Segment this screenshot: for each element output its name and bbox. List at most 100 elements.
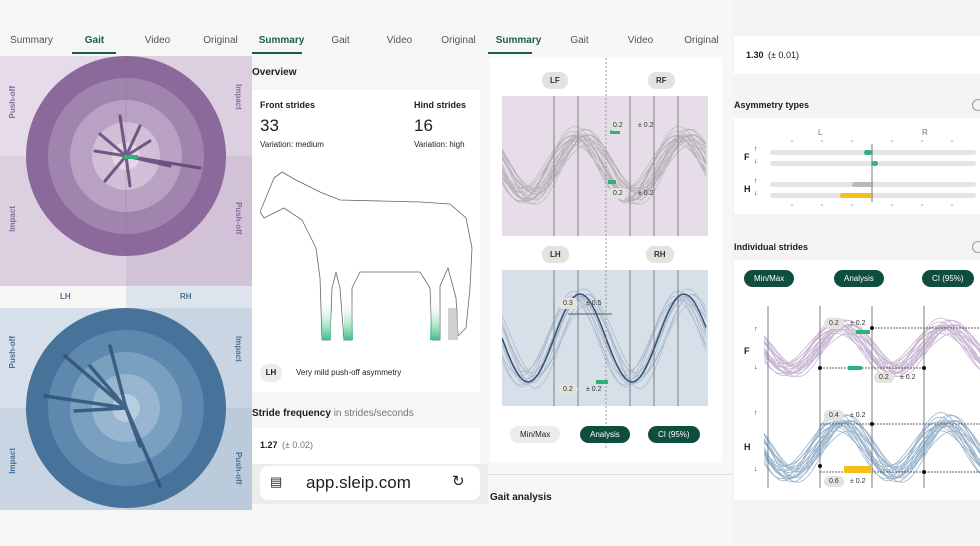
- asymmetry-types-title: Asymmetry types: [734, 100, 810, 110]
- front-variation: Variation: medium: [260, 140, 324, 149]
- individual-strides-title: Individual strides: [734, 242, 809, 252]
- stride-ci: (± 0.02): [282, 440, 313, 450]
- label-rf: RF: [648, 72, 675, 89]
- asymmetry-card: L R F H ↑ ↓ ↑ ↓: [734, 118, 980, 214]
- page-icon: ▤: [270, 474, 283, 489]
- arrow-up-icon: ↑: [754, 146, 758, 153]
- f-value-2: 0.2: [874, 372, 894, 383]
- individual-strides-card: Min/Max Analysis CI (95%) ↑ F ↓ ↑ H ↓ 0.…: [734, 260, 980, 500]
- analysis-button[interactable]: Analysis: [834, 270, 884, 287]
- ci-button[interactable]: CI (95%): [648, 426, 700, 443]
- ci-button[interactable]: CI (95%): [922, 270, 974, 287]
- label-rh: RH: [180, 292, 192, 301]
- asymmetry-bars: [770, 140, 976, 206]
- label-impact: Impact: [8, 448, 17, 474]
- hind-strides-label: Hind strides: [414, 100, 467, 110]
- hind-lower-value: 0.2: [558, 384, 578, 395]
- radar-graphic: [0, 56, 252, 510]
- top-ci: (± 0.01): [768, 50, 799, 60]
- gait-chart-card: LF RF 0.2 ± 0.2 0.2 ± 0.2 LH RH 0.3 ± 0.…: [490, 58, 722, 462]
- label-push-off: Push-off: [8, 336, 17, 369]
- stride-frequency-card: 1.27 (± 0.02): [252, 428, 480, 464]
- h-ci: ± 0.2: [850, 412, 866, 419]
- minmax-button[interactable]: Min/Max: [510, 426, 561, 443]
- tab-gait[interactable]: Gait: [311, 28, 370, 54]
- front-lower-ci: ± 0.2: [638, 190, 654, 197]
- tab-bar: Summary Gait Video Original: [0, 28, 252, 54]
- label-f: F: [744, 346, 750, 356]
- lh-asymmetry-text: Very mild push-off asymmetry: [296, 368, 402, 377]
- reload-icon[interactable]: ↻: [452, 472, 465, 490]
- tab-summary[interactable]: Summary: [488, 28, 549, 54]
- f-ci-2: ± 0.2: [900, 374, 916, 381]
- arrow-up-icon: ↑: [754, 178, 758, 185]
- analysis-button[interactable]: Analysis: [580, 426, 630, 443]
- lh-badge: LH: [260, 364, 282, 382]
- arrow-down-icon: ↓: [754, 466, 758, 473]
- hind-upper-value: 0.3: [558, 298, 578, 309]
- tab-original[interactable]: Original: [671, 28, 732, 54]
- label-h: H: [744, 442, 751, 452]
- hind-variation: Variation: high: [414, 140, 465, 149]
- overview-title: Overview: [252, 67, 297, 78]
- individual-strides-waveform: [764, 306, 980, 488]
- tab-summary[interactable]: Summary: [0, 28, 63, 54]
- address-bar[interactable]: ▤ app.sleip.com ↻: [260, 466, 480, 500]
- label-l: L: [818, 128, 823, 137]
- active-tab-indicator: [488, 52, 532, 54]
- arrow-down-icon: ↓: [754, 364, 758, 371]
- tab-bar: Summary Gait Video Original: [488, 28, 732, 54]
- arrow-up-icon: ↑: [754, 410, 758, 417]
- hind-lower-ci: ± 0.2: [586, 386, 602, 393]
- label-push-off: Push-off: [234, 452, 243, 485]
- stride-frequency-heading: Stride frequency in strides/seconds: [252, 408, 414, 419]
- front-strides-value: 33: [260, 116, 279, 135]
- active-tab-indicator: [252, 52, 302, 54]
- tab-bar: Summary Gait Video Original: [252, 28, 488, 54]
- divider: [488, 474, 732, 475]
- overview-card: Front strides 33 Variation: medium Hind …: [252, 90, 480, 392]
- hind-upper-ci: ± 0.5: [586, 300, 602, 307]
- tab-video[interactable]: Video: [370, 28, 429, 54]
- value-card: 1.30 (± 0.01): [734, 36, 980, 74]
- stride-value: 1.27: [260, 440, 278, 450]
- tab-video[interactable]: Video: [126, 28, 189, 54]
- tab-gait[interactable]: Gait: [549, 28, 610, 54]
- minmax-button[interactable]: Min/Max: [744, 270, 795, 287]
- tab-gait[interactable]: Gait: [63, 28, 126, 54]
- asymmetry-panel: 1.30 (± 0.01) Asymmetry types L R F H ↑ …: [732, 0, 980, 546]
- info-icon[interactable]: [972, 241, 980, 253]
- label-lf: LF: [542, 72, 568, 89]
- tab-summary[interactable]: Summary: [252, 28, 311, 54]
- label-f: F: [744, 152, 750, 162]
- tab-video[interactable]: Video: [610, 28, 671, 54]
- label-push-off: Push-off: [8, 86, 17, 119]
- label-h: H: [744, 184, 751, 194]
- front-strides-label: Front strides: [260, 100, 316, 110]
- gait-radar-panel: Summary Gait Video Original Push-off Imp…: [0, 0, 252, 546]
- h-value: 0.4: [824, 410, 844, 421]
- tab-original[interactable]: Original: [429, 28, 488, 54]
- summary-panel: Summary Gait Video Original Overview Fro…: [252, 0, 488, 546]
- f-value: 0.2: [824, 318, 844, 329]
- front-upper-value: 0.2: [608, 120, 628, 131]
- active-tab-indicator: [72, 52, 116, 54]
- front-lower-value: 0.2: [608, 188, 628, 199]
- label-impact: Impact: [234, 84, 243, 110]
- stride-frequency-unit: in strides/seconds: [333, 408, 414, 419]
- hind-strides-value: 16: [414, 116, 433, 135]
- gait-chart-panel: Summary Gait Video Original LF RF 0.2 ± …: [488, 0, 732, 546]
- f-ci: ± 0.2: [850, 320, 866, 327]
- top-value: 1.30: [746, 50, 764, 60]
- horse-illustration: [260, 171, 473, 341]
- url-text: app.sleip.com: [306, 473, 411, 492]
- stride-frequency-label: Stride frequency: [252, 408, 331, 419]
- h-ci-2: ± 0.2: [850, 478, 866, 485]
- label-rh: RH: [646, 246, 674, 263]
- tab-original[interactable]: Original: [189, 28, 252, 54]
- arrow-down-icon: ↓: [754, 158, 758, 165]
- arrow-up-icon: ↑: [754, 326, 758, 333]
- front-upper-ci: ± 0.2: [638, 122, 654, 129]
- label-r: R: [922, 128, 928, 137]
- info-icon[interactable]: [972, 99, 980, 111]
